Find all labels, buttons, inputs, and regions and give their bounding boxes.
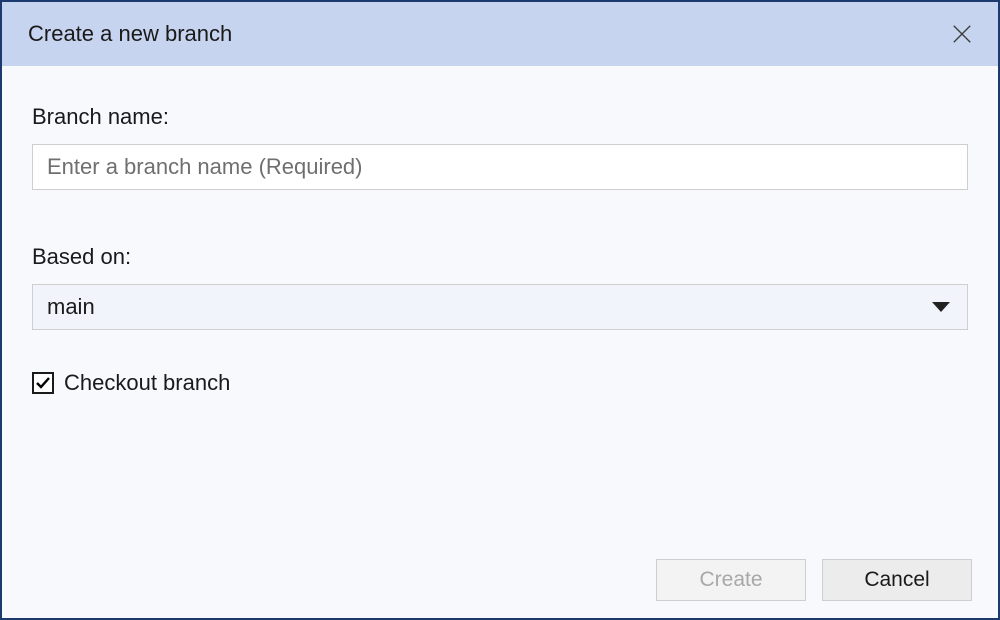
create-branch-dialog: Create a new branch Branch name: Based o… — [0, 0, 1000, 620]
checkout-branch-row: Checkout branch — [32, 370, 968, 396]
dialog-title: Create a new branch — [28, 21, 232, 47]
branch-name-input[interactable] — [32, 144, 968, 190]
close-icon[interactable] — [948, 20, 976, 48]
checkout-branch-label: Checkout branch — [64, 370, 230, 396]
dialog-body: Branch name: Based on: main Checkout bra… — [2, 66, 998, 542]
dialog-footer: Create Cancel — [2, 542, 998, 618]
cancel-button[interactable]: Cancel — [822, 559, 972, 601]
create-button[interactable]: Create — [656, 559, 806, 601]
branch-name-label: Branch name: — [32, 104, 968, 130]
titlebar: Create a new branch — [2, 2, 998, 66]
checkout-branch-checkbox[interactable] — [32, 372, 54, 394]
based-on-value: main — [47, 294, 95, 320]
based-on-select[interactable]: main — [32, 284, 968, 330]
based-on-label: Based on: — [32, 244, 968, 270]
